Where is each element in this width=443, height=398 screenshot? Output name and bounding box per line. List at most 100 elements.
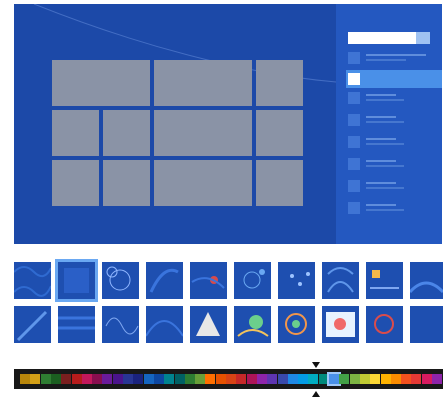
preview-list-text — [366, 116, 396, 118]
curve-pattern-icon[interactable] — [146, 306, 183, 343]
preview-list-text — [366, 182, 396, 184]
color-swatch[interactable] — [329, 374, 339, 384]
preview-selected-row — [346, 70, 442, 88]
preview-tile — [154, 160, 252, 206]
color-swatch[interactable] — [380, 374, 391, 384]
flower-pattern-icon[interactable] — [190, 262, 227, 299]
color-swatch[interactable] — [143, 374, 154, 384]
color-swatch[interactable] — [370, 374, 381, 384]
color-swatch[interactable] — [215, 374, 226, 384]
color-palette — [14, 369, 443, 389]
bubble-pattern-icon[interactable] — [234, 262, 271, 299]
leaf-pattern-icon[interactable] — [146, 262, 183, 299]
colorful-swirl-icon[interactable] — [278, 306, 315, 343]
color-swatch[interactable] — [236, 374, 247, 384]
preview-list-subtext — [366, 187, 404, 189]
color-swatch[interactable] — [81, 374, 92, 384]
color-swatch[interactable] — [277, 374, 288, 384]
preview-list-icon — [348, 114, 360, 126]
preview-list-icon — [348, 202, 360, 214]
color-swatch[interactable] — [298, 374, 309, 384]
color-swatch[interactable] — [226, 374, 236, 384]
color-swatch[interactable] — [71, 374, 82, 384]
stripe-pattern-icon[interactable] — [58, 306, 95, 343]
color-swatch[interactable] — [359, 374, 370, 384]
preview-tile — [103, 110, 150, 156]
preview-tile — [256, 60, 303, 106]
color-swatch[interactable] — [339, 374, 350, 384]
color-swatch[interactable] — [246, 374, 257, 384]
scribble-pattern-icon[interactable] — [102, 306, 139, 343]
preview-list-icon — [348, 92, 360, 104]
color-swatch[interactable] — [102, 374, 113, 384]
color-swatch[interactable] — [411, 374, 422, 384]
color-swatch[interactable] — [256, 374, 267, 384]
preview-tile — [154, 60, 252, 106]
ribbon-pattern-icon[interactable] — [410, 262, 443, 299]
preview-tile — [52, 60, 150, 106]
color-swatch[interactable] — [153, 374, 164, 384]
plain-blue-icon[interactable] — [410, 306, 443, 343]
preview-list-text — [366, 54, 426, 56]
color-swatch[interactable] — [401, 374, 412, 384]
color-swatch[interactable] — [164, 374, 175, 384]
color-swatch[interactable] — [421, 374, 432, 384]
preview-list-subtext — [366, 165, 404, 167]
swirl-pattern-icon[interactable] — [102, 262, 139, 299]
preview-list-subtext — [366, 121, 404, 123]
color-swatch[interactable] — [30, 374, 41, 384]
background-pattern-grid — [14, 262, 443, 346]
start-screen-preview — [14, 4, 442, 244]
preview-list-icon — [348, 52, 360, 64]
preview-tile — [52, 160, 99, 206]
preview-list-subtext — [366, 59, 406, 61]
color-swatch[interactable] — [267, 374, 278, 384]
dot-pattern-icon[interactable] — [278, 262, 315, 299]
preview-search-icon — [416, 32, 430, 44]
color-swatch[interactable] — [40, 374, 51, 384]
color-swatch[interactable] — [432, 374, 442, 384]
preview-tile — [154, 110, 252, 156]
circle-pattern-icon[interactable] — [366, 306, 403, 343]
color-swatch[interactable] — [205, 374, 216, 384]
preview-list-icon — [348, 136, 360, 148]
preview-search-panel — [336, 4, 442, 244]
preview-list-text — [366, 204, 396, 206]
preview-tile — [256, 160, 303, 206]
color-swatch[interactable] — [50, 374, 61, 384]
color-swatch[interactable] — [92, 374, 103, 384]
tropical-pattern-icon[interactable] — [234, 306, 271, 343]
color-swatch[interactable] — [308, 374, 319, 384]
origami-pattern-icon[interactable] — [190, 306, 227, 343]
preview-selected-icon — [348, 73, 360, 85]
color-swatch[interactable] — [133, 374, 144, 384]
feather-pattern-icon[interactable] — [14, 306, 51, 343]
preview-list-subtext — [366, 143, 404, 145]
preview-list-text — [366, 160, 396, 162]
sketch-pattern-icon[interactable] — [366, 262, 403, 299]
color-swatch[interactable] — [174, 374, 185, 384]
preview-list-text — [366, 94, 396, 96]
floral-pattern-icon[interactable] — [322, 262, 359, 299]
color-swatch[interactable] — [112, 374, 123, 384]
color-swatch[interactable] — [195, 374, 206, 384]
preview-list-icon — [348, 180, 360, 192]
preview-list-subtext — [366, 99, 404, 101]
color-swatch[interactable] — [61, 374, 72, 384]
color-swatch[interactable] — [390, 374, 401, 384]
preview-list-subtext — [366, 209, 404, 211]
preview-tile — [256, 110, 303, 156]
illustration-pattern-icon[interactable] — [322, 306, 359, 343]
color-swatch[interactable] — [184, 374, 195, 384]
color-swatch[interactable] — [20, 374, 30, 384]
solid-blue-icon[interactable] — [58, 262, 95, 299]
color-swatch[interactable] — [287, 374, 298, 384]
color-swatch[interactable] — [349, 374, 360, 384]
color-swatch[interactable] — [123, 374, 133, 384]
wave-pattern-icon[interactable] — [14, 262, 51, 299]
color-swatch[interactable] — [318, 374, 329, 384]
color-pointer-bottom-icon — [312, 391, 320, 397]
preview-tile — [52, 110, 99, 156]
preview-tile — [103, 160, 150, 206]
preview-list-icon — [348, 158, 360, 170]
